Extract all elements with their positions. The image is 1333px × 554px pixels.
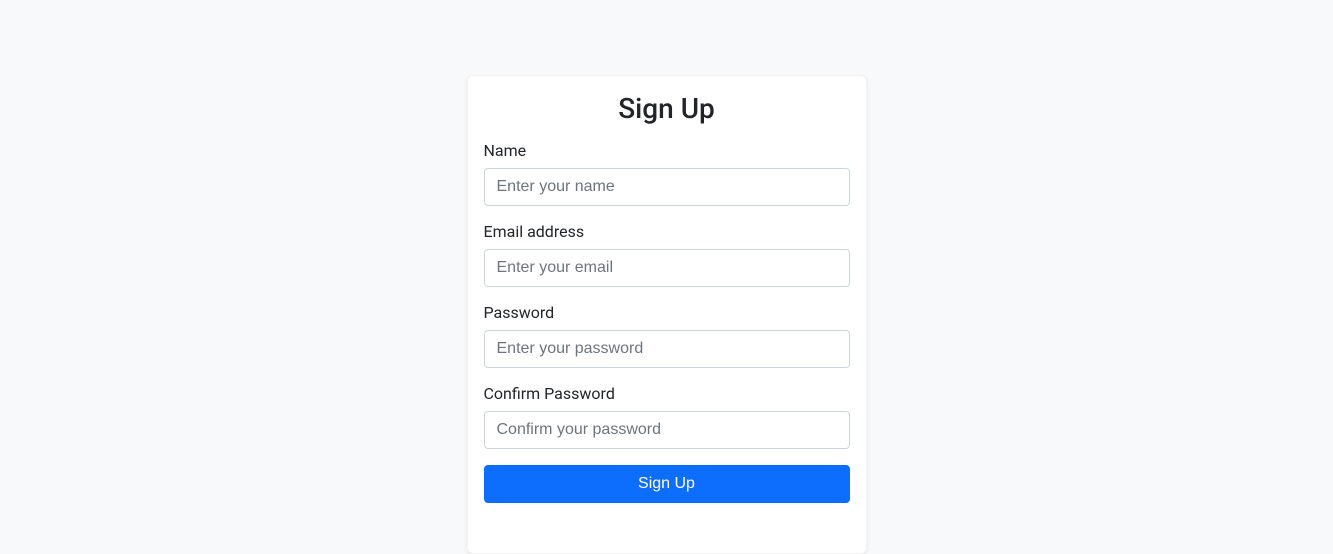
signup-card: Sign Up Name Email address Password Conf… bbox=[467, 75, 867, 554]
password-group: Password bbox=[484, 303, 850, 368]
name-group: Name bbox=[484, 141, 850, 206]
form-title: Sign Up bbox=[484, 92, 850, 125]
confirm-password-input[interactable] bbox=[484, 411, 850, 449]
confirm-password-label: Confirm Password bbox=[484, 384, 850, 403]
email-label: Email address bbox=[484, 222, 850, 241]
name-input[interactable] bbox=[484, 168, 850, 206]
signup-button[interactable]: Sign Up bbox=[484, 465, 850, 503]
password-label: Password bbox=[484, 303, 850, 322]
name-label: Name bbox=[484, 141, 850, 160]
email-group: Email address bbox=[484, 222, 850, 287]
email-input[interactable] bbox=[484, 249, 850, 287]
confirm-password-group: Confirm Password bbox=[484, 384, 850, 449]
signup-form: Name Email address Password Confirm Pass… bbox=[484, 141, 850, 503]
password-input[interactable] bbox=[484, 330, 850, 368]
